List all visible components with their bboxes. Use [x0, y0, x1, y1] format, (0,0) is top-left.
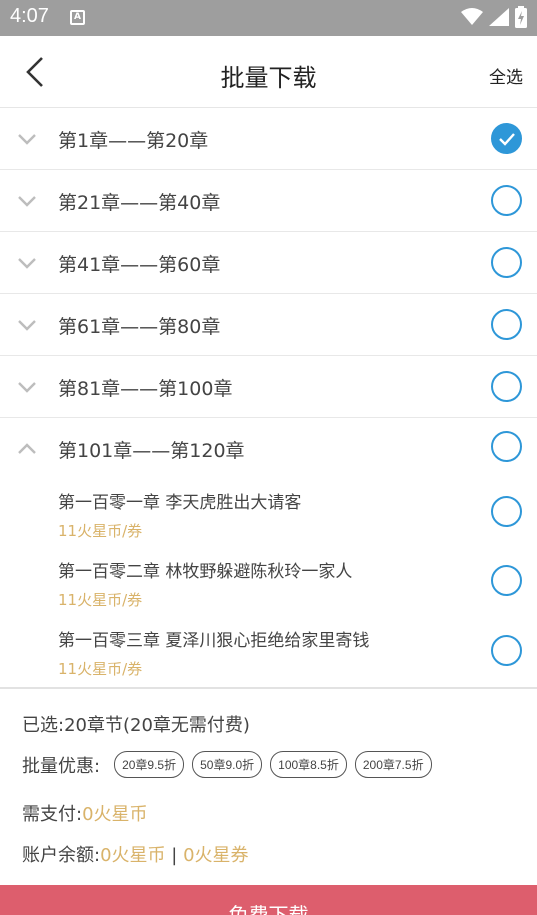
chapter-title: 第一百零一章 李天虎胜出大请客	[58, 493, 302, 513]
chapter-group-label: 第101章——第120章	[58, 440, 245, 462]
status-bar: 4:07 A	[0, 0, 537, 36]
chevron-down-icon[interactable]	[17, 194, 37, 208]
group-checkbox-checked[interactable]	[491, 123, 522, 154]
payment-line: 需支付:0火星币	[22, 800, 148, 826]
chapter-group-row[interactable]: 第41章——第60章	[0, 232, 537, 294]
chevron-down-icon[interactable]	[17, 380, 37, 394]
chapter-group-row[interactable]: 第21章——第40章	[0, 170, 537, 232]
signal-icon	[489, 8, 509, 26]
chapter-group-row[interactable]: 第1章——第20章	[0, 108, 537, 170]
discount-chip[interactable]: 200章7.5折	[354, 751, 432, 778]
wifi-icon	[461, 8, 483, 25]
chapter-checkbox[interactable]	[491, 565, 522, 596]
chapter-group-row[interactable]: 第61章——第80章	[0, 294, 537, 356]
selected-summary: 已选:20章节(20章无需付费)	[22, 715, 250, 736]
group-checkbox[interactable]	[491, 309, 522, 340]
chapter-group-label: 第41章——第60章	[58, 254, 221, 276]
balance-separator: |	[171, 845, 178, 866]
balance-line: 账户余额:0火星币 | 0火星券	[22, 841, 249, 867]
chevron-up-icon[interactable]	[17, 442, 37, 456]
discount-label: 批量优惠:	[22, 755, 101, 777]
chapter-group-row-expanded[interactable]: 第101章——第120章	[0, 418, 537, 480]
status-icons	[461, 6, 527, 28]
group-checkbox[interactable]	[491, 431, 522, 462]
chapter-item[interactable]: 第一百零三章 夏泽川狠心拒绝给家里寄钱 11火星币/券	[0, 616, 537, 686]
chevron-down-icon[interactable]	[17, 256, 37, 270]
check-icon	[499, 133, 515, 146]
top-app-bar: 批量下载 全选	[0, 36, 537, 108]
notification-icon: A	[70, 10, 85, 25]
back-button[interactable]	[18, 54, 54, 90]
chapter-checkbox[interactable]	[491, 635, 522, 666]
payment-value: 0火星币	[82, 804, 148, 825]
discount-chip[interactable]: 20章9.5折	[114, 751, 185, 778]
chapter-group-row[interactable]: 第81章——第100章	[0, 356, 537, 418]
chevron-down-icon[interactable]	[17, 318, 37, 332]
bulk-discount-row: 批量优惠: 20章9.5折 50章9.0折 100章8.5折 200章7.5折	[22, 751, 440, 778]
chevron-down-icon[interactable]	[17, 132, 37, 146]
group-checkbox[interactable]	[491, 371, 522, 402]
discount-chip[interactable]: 100章8.5折	[270, 751, 347, 778]
chapter-group-label: 第1章——第20章	[58, 130, 209, 152]
chapter-item[interactable]: 第一百零一章 李天虎胜出大请客 11火星币/券	[0, 478, 537, 548]
chapter-title: 第一百零二章 林牧野躲避陈秋玲一家人	[58, 562, 353, 582]
balance-coupons: 0火星券	[183, 845, 249, 866]
chevron-left-icon	[26, 57, 43, 87]
summary-panel: 已选:20章节(20章无需付费) 批量优惠: 20章9.5折 50章9.0折 1…	[0, 687, 537, 885]
balance-label: 账户余额:	[22, 845, 101, 866]
discount-chip[interactable]: 50章9.0折	[192, 751, 263, 778]
chapter-checkbox[interactable]	[491, 496, 522, 527]
balance-coins: 0火星币	[100, 845, 166, 866]
select-all-button[interactable]: 全选	[489, 63, 523, 88]
chapter-item[interactable]: 第一百零二章 林牧野躲避陈秋玲一家人 11火星币/券	[0, 547, 537, 617]
group-checkbox[interactable]	[491, 247, 522, 278]
chapter-price: 11火星币/券	[58, 522, 143, 540]
group-checkbox[interactable]	[491, 185, 522, 216]
chapter-price: 11火星币/券	[58, 591, 143, 609]
chapter-group-label: 第61章——第80章	[58, 316, 221, 338]
battery-icon	[515, 6, 527, 28]
chapter-group-label: 第81章——第100章	[58, 378, 233, 400]
chapter-price: 11火星币/券	[58, 660, 143, 678]
free-download-button[interactable]: 免费下载	[0, 885, 537, 915]
payment-label: 需支付:	[22, 804, 83, 825]
chapter-group-label: 第21章——第40章	[58, 192, 221, 214]
page-title: 批量下载	[220, 64, 317, 92]
chapter-title: 第一百零三章 夏泽川狠心拒绝给家里寄钱	[58, 631, 370, 651]
status-time: 4:07	[10, 5, 49, 27]
